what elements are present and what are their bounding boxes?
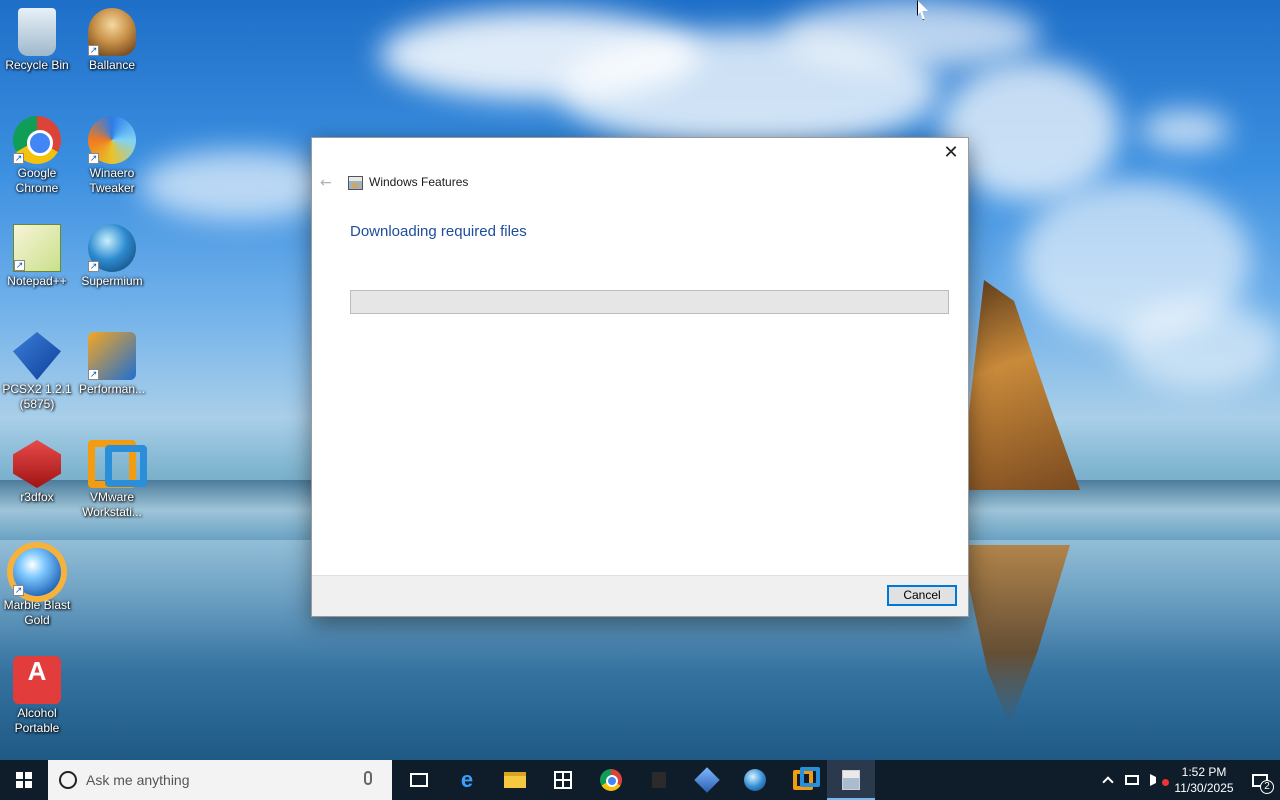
chrome-icon: ↗ bbox=[13, 116, 61, 164]
shortcut-arrow-icon: ↗ bbox=[14, 260, 25, 271]
cancel-button[interactable]: Cancel bbox=[887, 585, 957, 606]
status-heading: Downloading required files bbox=[350, 223, 527, 240]
ballance-icon: ↗ bbox=[88, 8, 136, 56]
windows-features-icon bbox=[842, 770, 860, 790]
windows-features-icon bbox=[348, 176, 363, 190]
clock-date: 11/30/2025 bbox=[1174, 781, 1234, 795]
desktop-icon-label: Marble Blast Gold bbox=[3, 598, 71, 627]
diamond-app-icon bbox=[694, 767, 720, 793]
taskbar-chrome[interactable] bbox=[587, 760, 635, 800]
desktop-icon-performance[interactable]: ↗ Performan... bbox=[75, 324, 149, 397]
taskbar-task-view[interactable] bbox=[395, 760, 443, 800]
desktop-icon-alcohol-portable[interactable]: Alcohol Portable bbox=[0, 648, 74, 736]
alcohol-icon bbox=[13, 656, 61, 704]
supermium-icon: ↗ bbox=[88, 224, 136, 272]
action-center-button[interactable]: 2 bbox=[1240, 760, 1280, 800]
desktop-icon-label: r3dfox bbox=[20, 490, 54, 504]
performance-icon: ↗ bbox=[88, 332, 136, 380]
network-button[interactable] bbox=[1120, 760, 1144, 800]
desktop-icon-label: PCSX2 1.2.1 (5875) bbox=[2, 382, 72, 411]
desktop-icon-label: Recycle Bin bbox=[5, 58, 69, 72]
windows-features-dialog: ✕ ← Windows Features Downloading require… bbox=[311, 137, 969, 617]
taskbar-edge[interactable]: e bbox=[443, 760, 491, 800]
chevron-up-icon bbox=[1102, 776, 1114, 788]
microphone-icon[interactable] bbox=[364, 771, 372, 785]
shortcut-arrow-icon: ↗ bbox=[88, 45, 99, 56]
folder-icon bbox=[504, 772, 526, 788]
task-view-icon bbox=[410, 773, 428, 787]
chrome-icon bbox=[600, 769, 622, 791]
desktop-icon-r3dfox[interactable]: r3dfox bbox=[0, 432, 74, 505]
clock[interactable]: 1:52 PM 11/30/2025 bbox=[1168, 764, 1240, 796]
notification-count-badge: 2 bbox=[1260, 780, 1274, 794]
desktop-icon-notepad-plus-plus[interactable]: ↗ Notepad++ bbox=[0, 216, 74, 289]
supermium-icon bbox=[744, 769, 766, 791]
taskbar-store[interactable] bbox=[539, 760, 587, 800]
marble-blast-icon: ↗ bbox=[13, 548, 61, 596]
pcsx2-icon bbox=[13, 332, 61, 380]
desktop-icon-label: Google Chrome bbox=[15, 166, 59, 195]
desktop-icon-label: Notepad++ bbox=[7, 274, 67, 288]
desktop-icon-label: VMware Workstati... bbox=[82, 490, 142, 519]
r3dfox-icon bbox=[13, 440, 61, 488]
vmware-icon bbox=[88, 440, 147, 488]
desktop-icon-label: Supermium bbox=[81, 274, 143, 288]
desktop-icon-label: Winaero Tweaker bbox=[89, 166, 135, 195]
recycle-bin-icon bbox=[18, 8, 56, 56]
desktop-icon-marble-blast-gold[interactable]: ↗ Marble Blast Gold bbox=[0, 540, 74, 628]
system-tray: 1:52 PM 11/30/2025 2 bbox=[1096, 760, 1280, 800]
taskbar-windows-features[interactable] bbox=[827, 760, 875, 800]
desktop-icon-google-chrome[interactable]: ↗ Google Chrome bbox=[0, 108, 74, 196]
desktop-icon-label: Performan... bbox=[78, 382, 146, 396]
winaero-tweaker-icon: ↗ bbox=[88, 116, 136, 164]
cloud bbox=[1140, 110, 1230, 150]
dialog-footer: Cancel bbox=[312, 575, 968, 616]
show-hidden-icons-button[interactable] bbox=[1096, 760, 1120, 800]
shortcut-arrow-icon: ↗ bbox=[13, 153, 24, 164]
taskbar-vmware[interactable] bbox=[779, 760, 827, 800]
volume-muted-icon bbox=[1150, 774, 1169, 786]
desktop-icon-label: Ballance bbox=[88, 58, 136, 72]
desktop-icon-winaero-tweaker[interactable]: ↗ Winaero Tweaker bbox=[75, 108, 149, 196]
shortcut-arrow-icon: ↗ bbox=[88, 261, 99, 272]
desktop-icon-ballance[interactable]: ↗ Ballance bbox=[75, 0, 149, 73]
taskbar-file-explorer[interactable] bbox=[491, 760, 539, 800]
shortcut-arrow-icon: ↗ bbox=[88, 369, 99, 380]
taskbar: Ask me anything e 1:52 PM 11/30/2025 2 bbox=[0, 760, 1280, 800]
taskbar-diamond-app[interactable] bbox=[683, 760, 731, 800]
cloud bbox=[140, 150, 340, 220]
vmware-icon bbox=[793, 767, 820, 790]
cortana-icon bbox=[59, 771, 77, 789]
desktop-icon-recycle-bin[interactable]: Recycle Bin bbox=[0, 0, 74, 73]
shortcut-arrow-icon: ↗ bbox=[13, 585, 24, 596]
clock-time: 1:52 PM bbox=[1181, 765, 1227, 779]
close-button[interactable]: ✕ bbox=[940, 142, 962, 164]
taskbar-supermium[interactable] bbox=[731, 760, 779, 800]
dialog-title: Windows Features bbox=[369, 175, 469, 189]
volume-button[interactable] bbox=[1144, 760, 1169, 800]
cortana-search-box[interactable]: Ask me anything bbox=[48, 760, 392, 800]
search-placeholder: Ask me anything bbox=[86, 772, 190, 788]
desktop-icon-supermium[interactable]: ↗ Supermium bbox=[75, 216, 149, 289]
desktop-icon-pcsx2[interactable]: PCSX2 1.2.1 (5875) bbox=[0, 324, 74, 412]
back-arrow-icon: ← bbox=[320, 175, 332, 191]
download-progress-bar bbox=[350, 290, 949, 314]
taskbar-lock-app[interactable] bbox=[635, 760, 683, 800]
shortcut-arrow-icon: ↗ bbox=[88, 153, 99, 164]
store-icon bbox=[554, 771, 572, 789]
desktop-icon-vmware-workstation[interactable]: VMware Workstati... bbox=[75, 432, 149, 520]
notepad-plus-plus-icon: ↗ bbox=[13, 224, 61, 272]
lock-icon bbox=[652, 772, 666, 788]
start-button[interactable] bbox=[0, 760, 48, 800]
edge-icon: e bbox=[460, 767, 474, 792]
desktop-icon-label: Alcohol Portable bbox=[14, 706, 60, 735]
cloud bbox=[1120, 300, 1280, 390]
cloud bbox=[780, 0, 1040, 70]
network-icon bbox=[1125, 775, 1139, 785]
windows-logo-icon bbox=[16, 772, 32, 788]
